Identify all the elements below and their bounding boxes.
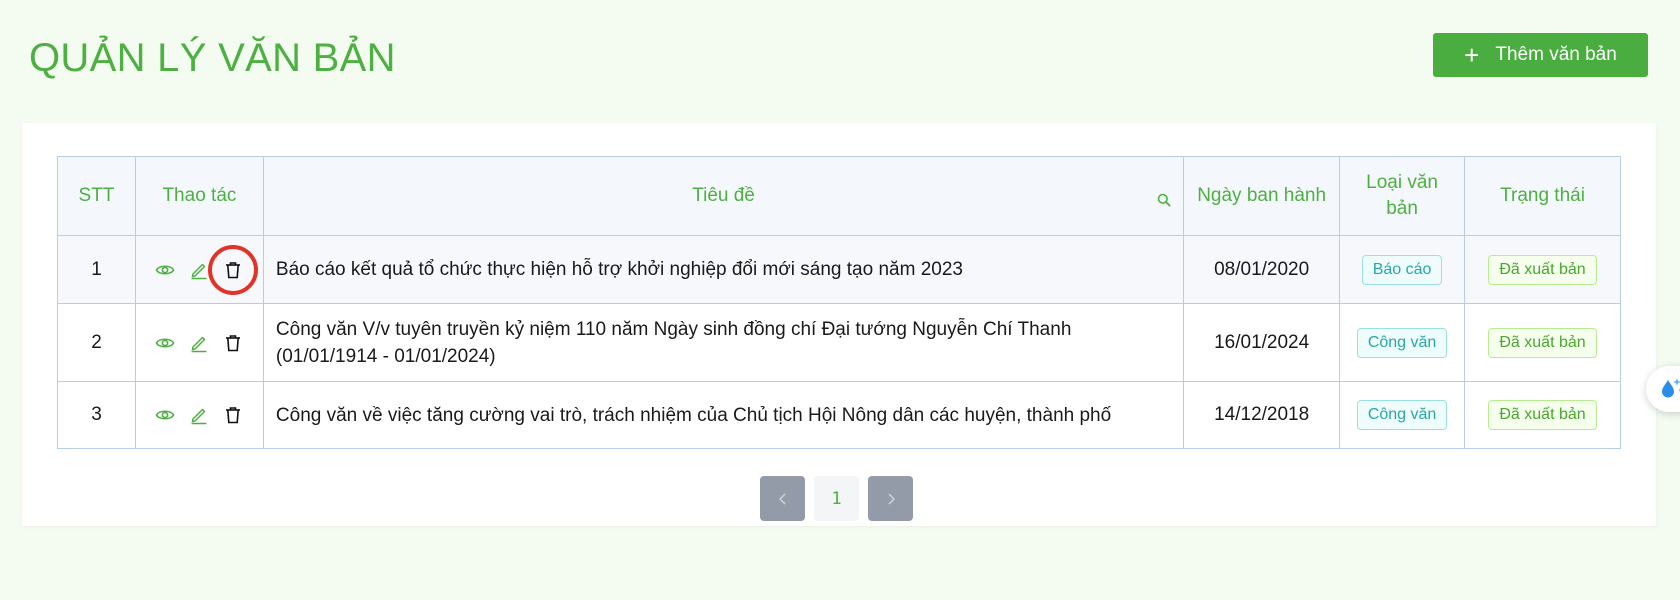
page-number-button[interactable]: 1 — [814, 476, 859, 521]
page-title: QUẢN LÝ VĂN BẢN — [29, 36, 396, 80]
edit-icon[interactable] — [187, 403, 211, 427]
row-title[interactable]: Công văn V/v tuyên truyền kỷ niệm 110 nă… — [262, 303, 1185, 382]
row-date: 14/12/2018 — [1183, 381, 1341, 449]
row-title[interactable]: Báo cáo kết quả tổ chức thực hiện hỗ trợ… — [262, 235, 1185, 304]
header-date: Ngày ban hành — [1183, 156, 1341, 236]
row-date: 08/01/2020 — [1183, 235, 1341, 304]
chevron-right-icon — [887, 492, 895, 505]
pagination: 1 — [760, 476, 913, 521]
header-type: Loại văn bản — [1339, 156, 1466, 236]
prev-page-button[interactable] — [760, 476, 805, 521]
status-badge: Đã xuất bản — [1488, 327, 1597, 358]
table-row: 2 Công văn V/v tuyên truyền kỷ niệm 110 … — [57, 303, 1621, 382]
type-badge: Công văn — [1356, 400, 1448, 430]
row-type: Báo cáo — [1339, 235, 1466, 304]
table-row: 3 Công văn về việc tăng cường vai trò, t… — [57, 381, 1621, 449]
assistant-icon — [1662, 378, 1680, 398]
type-badge: Báo cáo — [1361, 254, 1443, 285]
eye-icon[interactable] — [153, 331, 177, 355]
highlight-ring — [208, 244, 259, 295]
delete-button[interactable] — [208, 244, 259, 295]
search-icon[interactable] — [1157, 189, 1171, 215]
row-actions — [134, 235, 264, 304]
row-status: Đã xuất bản — [1464, 235, 1621, 304]
eye-icon[interactable] — [153, 403, 177, 427]
trash-icon[interactable] — [221, 403, 245, 427]
row-type: Công văn — [1339, 381, 1466, 449]
status-badge: Đã xuất bản — [1488, 400, 1597, 430]
add-document-label: Thêm văn bản — [1495, 44, 1617, 65]
add-document-button[interactable]: + Thêm văn bản — [1433, 33, 1648, 77]
row-status: Đã xuất bản — [1464, 303, 1621, 382]
table-row: 1 Báo cáo kết quả tổ chức thực hiện hỗ t… — [57, 235, 1621, 304]
row-title[interactable]: Công văn về việc tăng cường vai trò, trá… — [262, 381, 1185, 449]
plus-icon: + — [1464, 40, 1480, 70]
row-stt: 3 — [57, 381, 136, 449]
row-date: 16/01/2024 — [1183, 303, 1341, 382]
next-page-button[interactable] — [868, 476, 913, 521]
header-actions: Thao tác — [134, 156, 264, 236]
edit-icon[interactable] — [187, 331, 211, 355]
row-stt: 2 — [57, 303, 136, 382]
trash-icon[interactable] — [221, 331, 245, 355]
header-type-label: Loại văn bản — [1366, 172, 1438, 219]
chevron-left-icon — [778, 492, 786, 505]
row-actions — [134, 303, 264, 382]
header-stt: STT — [57, 156, 136, 236]
status-badge: Đã xuất bản — [1488, 254, 1597, 285]
header-title-label: Tiêu đề — [692, 185, 755, 206]
document-card: STT Thao tác Tiêu đề Ngày ban hành Loại … — [22, 123, 1656, 526]
row-status: Đã xuất bản — [1464, 381, 1621, 449]
document-table: STT Thao tác Tiêu đề Ngày ban hành Loại … — [57, 156, 1621, 449]
row-type: Công văn — [1339, 303, 1466, 382]
type-badge: Công văn — [1356, 327, 1448, 358]
table-header-row: STT Thao tác Tiêu đề Ngày ban hành Loại … — [57, 156, 1621, 236]
row-actions — [134, 381, 264, 449]
eye-icon[interactable] — [153, 258, 177, 282]
header-status: Trạng thái — [1464, 156, 1621, 236]
header-title: Tiêu đề — [262, 156, 1185, 236]
row-stt: 1 — [57, 235, 136, 304]
